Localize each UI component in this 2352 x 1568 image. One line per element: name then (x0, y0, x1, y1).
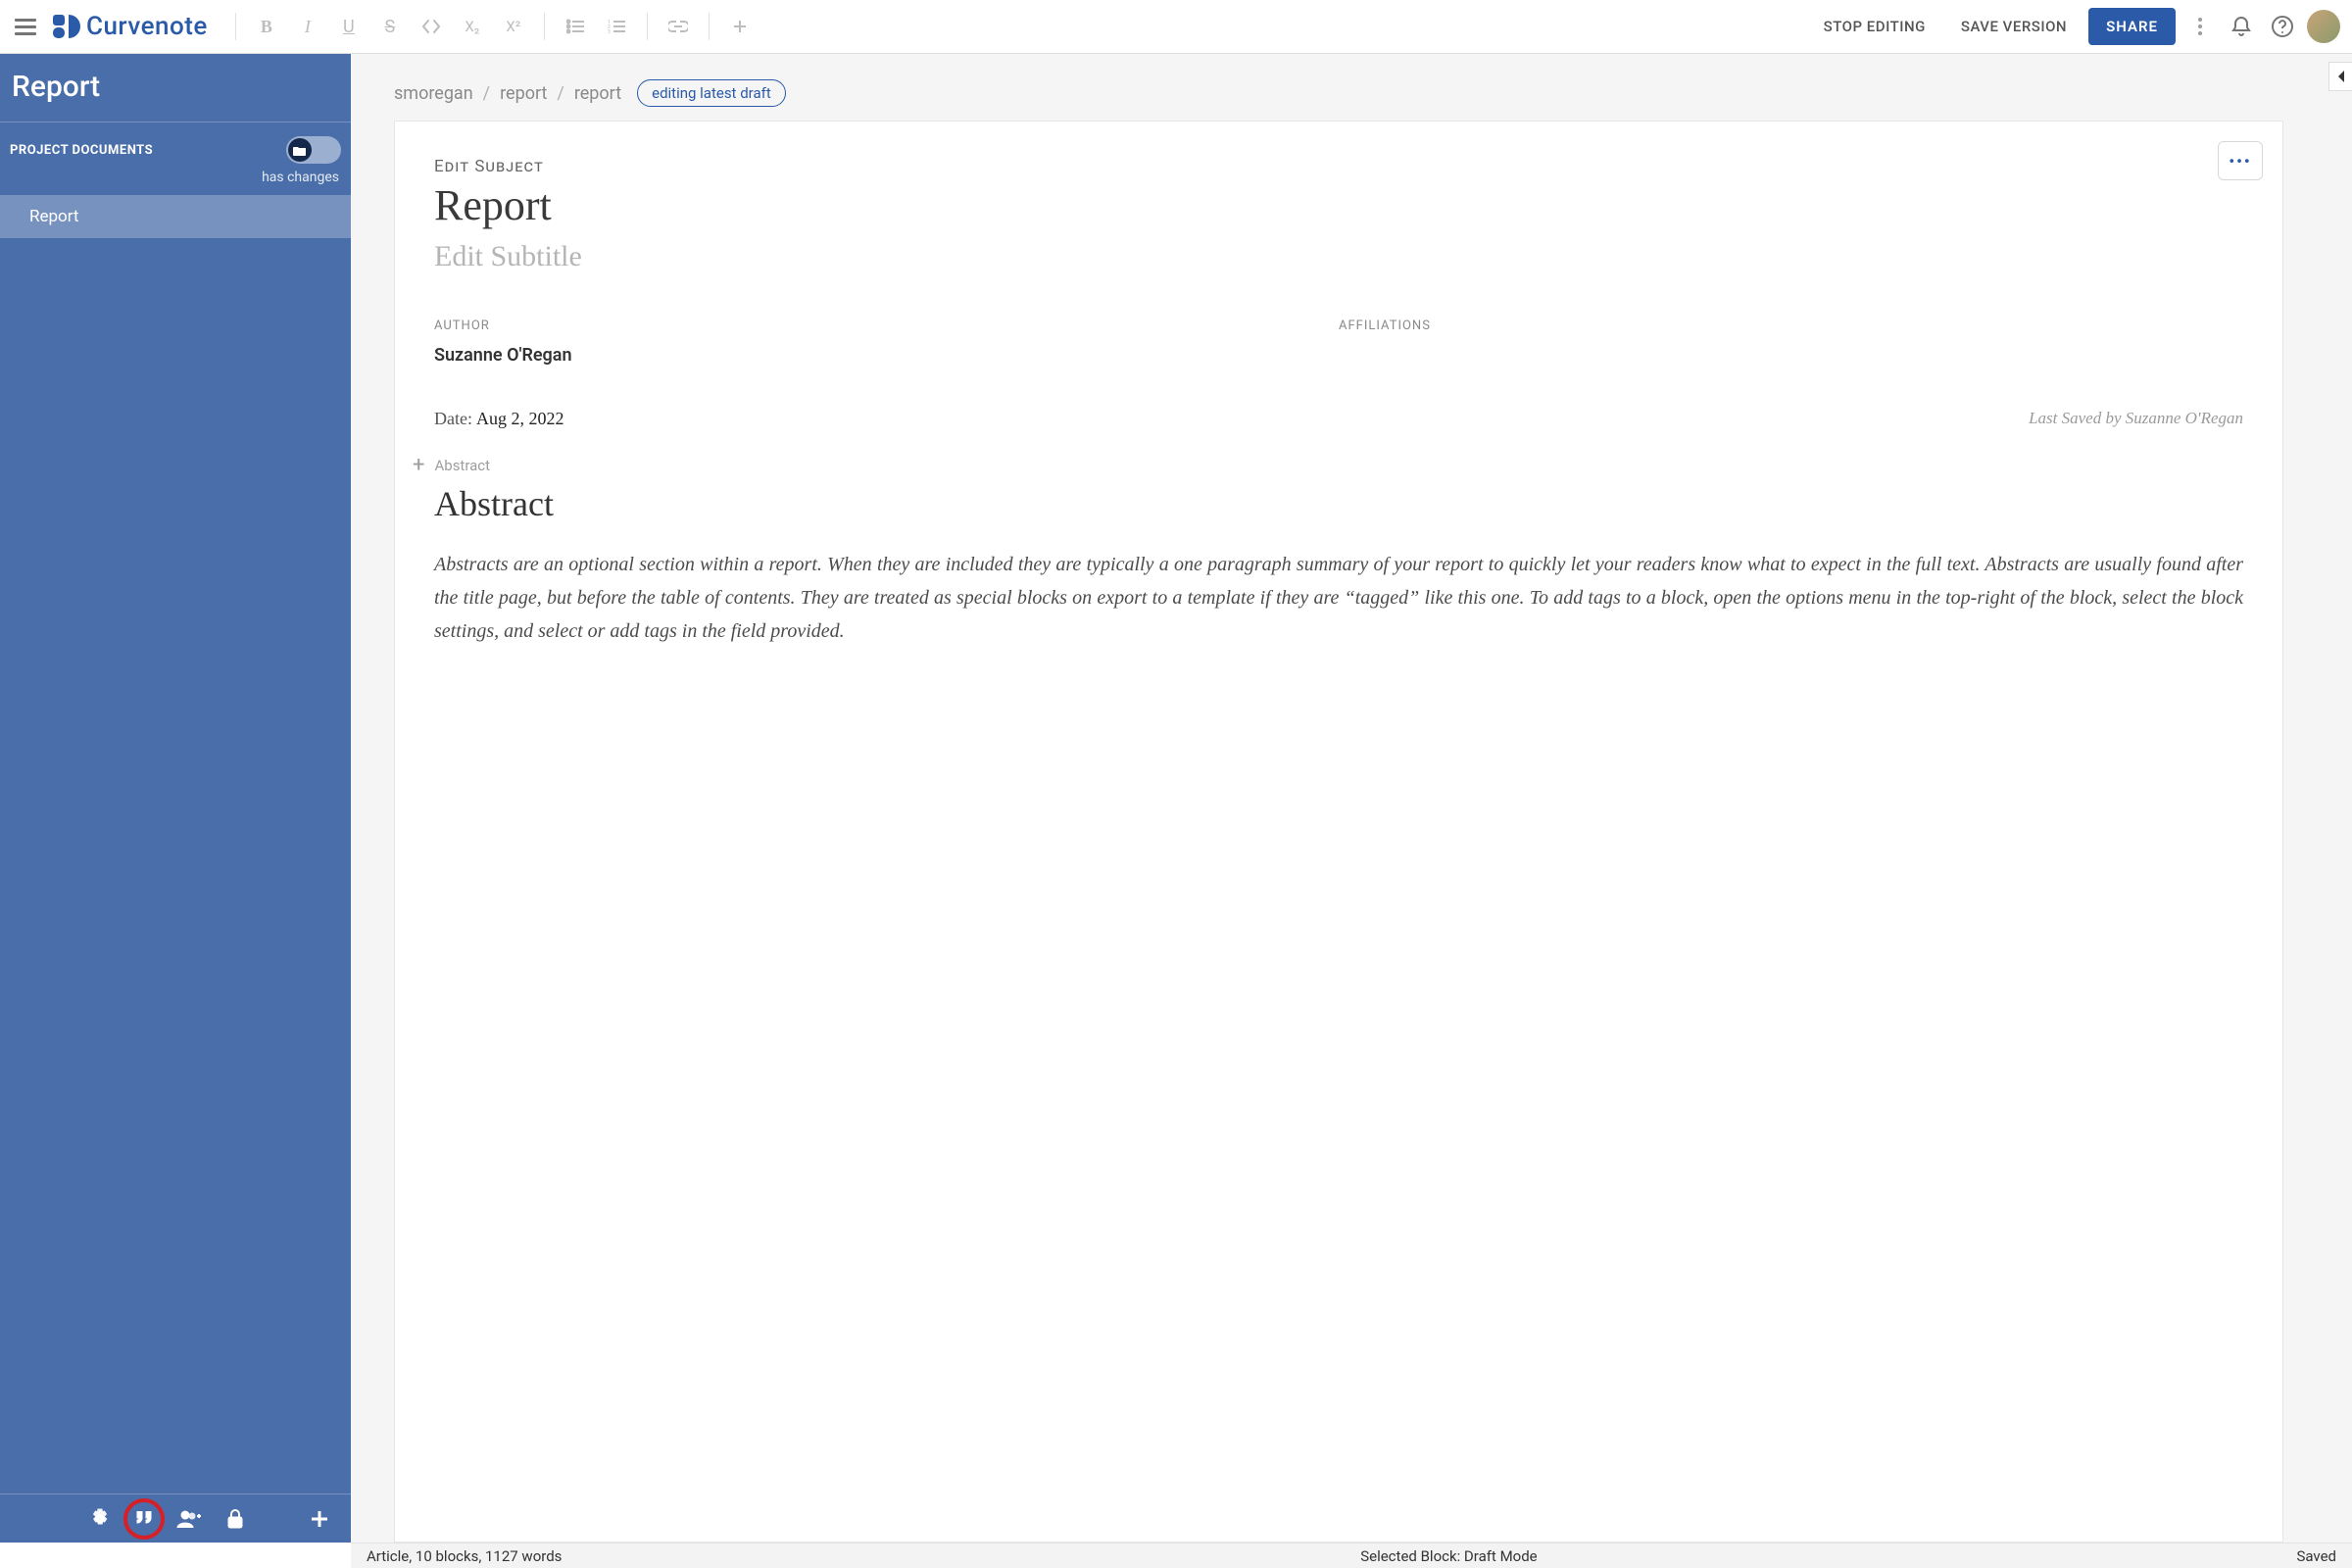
settings-button[interactable] (76, 1494, 123, 1544)
quote-icon (134, 1511, 154, 1527)
abstract-body[interactable]: Abstracts are an optional section within… (434, 548, 2243, 648)
breadcrumb: smoregan / report / report editing lates… (351, 54, 2352, 121)
help-icon[interactable] (2266, 10, 2299, 43)
content-area: smoregan / report / report editing lates… (351, 54, 2352, 1543)
stop-editing-button[interactable]: STOP EDITING (1810, 10, 1939, 43)
breadcrumb-item[interactable]: smoregan (394, 83, 473, 104)
superscript-button[interactable]: X² (497, 10, 530, 43)
kebab-menu-icon[interactable] (2183, 10, 2217, 43)
collaborators-button[interactable] (165, 1494, 212, 1544)
status-saved: Saved (2296, 1547, 2336, 1565)
bold-button[interactable]: B (250, 10, 283, 43)
document-title[interactable]: Report (434, 180, 2243, 230)
status-selected-block: Selected Block: Draft Mode (601, 1547, 2296, 1565)
toolbar-divider (544, 13, 545, 40)
edit-subject-field[interactable]: Edit Subject (434, 157, 2243, 176)
breadcrumb-separator: / (557, 83, 564, 104)
gear-icon (89, 1508, 111, 1530)
document-list: Report (0, 195, 351, 1494)
curvenote-logo-icon (53, 15, 80, 38)
main-area: Report PROJECT DOCUMENTS has changes Rep… (0, 54, 2352, 1543)
project-documents-label: PROJECT DOCUMENTS (10, 143, 153, 158)
more-dots-icon: ••• (2229, 152, 2251, 171)
breadcrumb-item[interactable]: report (500, 83, 547, 104)
sidebar: Report PROJECT DOCUMENTS has changes Rep… (0, 54, 351, 1543)
affiliations-label: AFFILIATIONS (1339, 318, 2243, 333)
underline-button[interactable]: U (332, 10, 366, 43)
collapse-panel-button[interactable] (2328, 62, 2352, 91)
add-document-button[interactable] (296, 1494, 343, 1544)
abstract-heading[interactable]: Abstract (434, 483, 2243, 524)
block-tag-label: Abstract (434, 457, 490, 474)
notifications-icon[interactable] (2225, 10, 2258, 43)
toolbar-divider (235, 13, 236, 40)
has-changes-label: has changes (0, 164, 351, 195)
block-options-button[interactable]: ••• (2218, 141, 2263, 180)
user-avatar[interactable] (2307, 10, 2340, 43)
brand[interactable]: Curvenote (53, 12, 208, 41)
add-block-button[interactable]: + (413, 453, 424, 477)
author-label: AUTHOR (434, 318, 1339, 333)
breadcrumb-item[interactable]: report (574, 83, 621, 104)
sidebar-footer (0, 1494, 351, 1543)
toolbar-divider (709, 13, 710, 40)
breadcrumb-separator: / (483, 83, 490, 104)
add-people-icon (175, 1510, 201, 1528)
date-label: Date: (434, 409, 472, 428)
status-article-info: Article, 10 blocks, 1127 words (367, 1547, 562, 1565)
edit-subtitle-field[interactable]: Edit Subtitle (434, 240, 2243, 273)
code-button[interactable] (415, 10, 448, 43)
save-version-button[interactable]: SAVE VERSION (1947, 10, 2081, 43)
italic-button[interactable]: I (291, 10, 324, 43)
citations-button[interactable] (123, 1498, 165, 1540)
plus-icon (310, 1509, 329, 1529)
strikethrough-button[interactable]: S (373, 10, 407, 43)
document-item-report[interactable]: Report (0, 195, 351, 238)
folder-view-toggle[interactable] (286, 136, 341, 164)
share-button[interactable]: SHARE (2088, 8, 2176, 45)
last-saved-label: Last Saved by Suzanne O'Regan (2029, 409, 2243, 429)
insert-button[interactable] (723, 10, 757, 43)
permissions-button[interactable] (212, 1494, 259, 1544)
top-toolbar: Curvenote B I U S X₂ X² 123 STOP EDITING… (0, 0, 2352, 54)
brand-name: Curvenote (86, 12, 208, 41)
svg-text:3: 3 (608, 29, 611, 34)
numbered-list-button[interactable]: 123 (600, 10, 633, 43)
chevron-left-icon (2336, 70, 2346, 83)
toolbar-divider (647, 13, 648, 40)
status-bar: Article, 10 blocks, 1127 words Selected … (351, 1543, 2352, 1568)
menu-icon[interactable] (12, 13, 39, 40)
project-title: Report (0, 54, 351, 122)
subscript-button[interactable]: X₂ (456, 10, 489, 43)
link-button[interactable] (662, 10, 695, 43)
bullet-list-button[interactable] (559, 10, 592, 43)
folder-icon (293, 145, 307, 156)
lock-icon (227, 1509, 243, 1529)
document-paper: ••• Edit Subject Report Edit Subtitle AU… (394, 121, 2283, 1543)
date-value: Aug 2, 2022 (476, 409, 564, 428)
draft-status-pill: editing latest draft (637, 79, 786, 107)
author-name: Suzanne O'Regan (434, 345, 1339, 366)
